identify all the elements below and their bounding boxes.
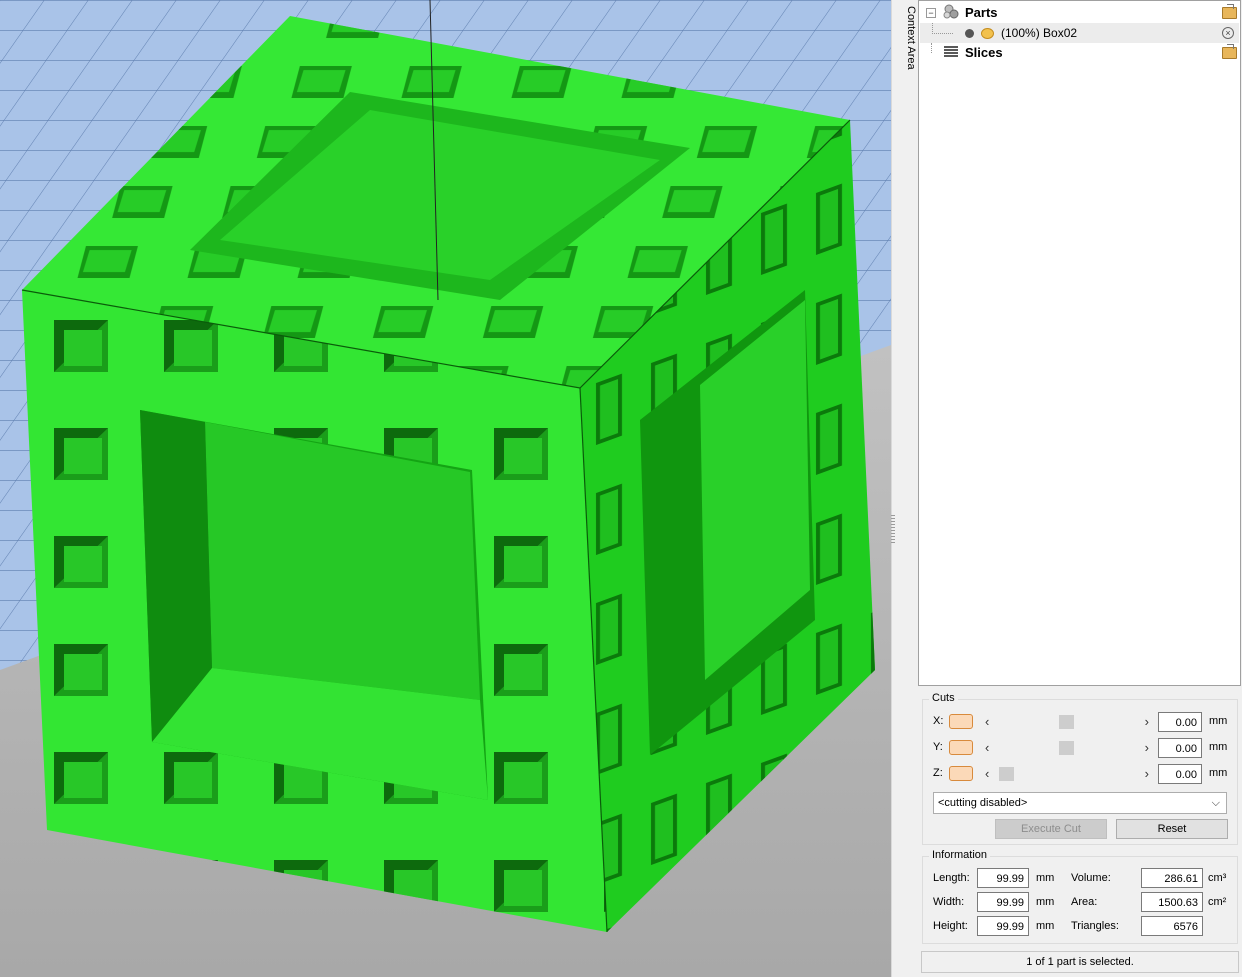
slider-right-arrow-icon[interactable]: › [1145, 767, 1149, 781]
length-label: Length: [933, 872, 970, 884]
width-value: 99.99 [977, 892, 1029, 912]
object-tree[interactable]: − Parts (100%) Box02 × Slices [918, 0, 1241, 686]
cut-y-unit: mm [1209, 741, 1228, 753]
area-value: 1500.63 [1141, 892, 1203, 912]
part-percent: (100%) [1001, 26, 1040, 40]
cut-z-color-button[interactable] [949, 766, 973, 781]
height-value: 99.99 [977, 916, 1029, 936]
cut-z-input[interactable]: 0.00 [1158, 764, 1202, 784]
cut-mode-select[interactable]: <cutting disabled> ⌵ [933, 792, 1227, 814]
slider-left-arrow-icon[interactable]: ‹ [985, 767, 989, 781]
triangles-value: 6576 [1141, 916, 1203, 936]
width-unit: mm [1036, 896, 1055, 908]
cuts-title: Cuts [929, 692, 958, 704]
cut-y-slider[interactable]: ‹ › [983, 741, 1151, 755]
slider-left-arrow-icon[interactable]: ‹ [985, 715, 989, 729]
open-folder-icon[interactable] [1222, 4, 1237, 19]
cut-y-slider-thumb[interactable] [1059, 741, 1074, 755]
execute-cut-button[interactable]: Execute Cut [995, 819, 1107, 839]
tree-parts-label[interactable]: Parts [965, 3, 998, 23]
tree-slices-label[interactable]: Slices [965, 43, 1003, 63]
information-title: Information [929, 849, 991, 861]
length-value: 99.99 [977, 868, 1029, 888]
length-unit: mm [1036, 872, 1055, 884]
width-label: Width: [933, 896, 965, 908]
cut-y-color-button[interactable] [949, 740, 973, 755]
cut-x-color-button[interactable] [949, 714, 973, 729]
tree-item-box02[interactable]: (100%) Box02 × [920, 23, 1239, 43]
slider-left-arrow-icon[interactable]: ‹ [985, 741, 989, 755]
context-area-label: Context Area [905, 6, 917, 70]
slider-right-arrow-icon[interactable]: › [1145, 741, 1149, 755]
triangles-label: Triangles: [1071, 920, 1119, 932]
volume-value: 286.61 [1141, 868, 1203, 888]
parts-icon [943, 4, 959, 19]
cut-z-unit: mm [1209, 767, 1228, 779]
splitter-grip[interactable] [891, 515, 895, 545]
slider-right-arrow-icon[interactable]: › [1145, 715, 1149, 729]
remove-part-icon[interactable]: × [1222, 27, 1234, 39]
panel-splitter[interactable] [891, 0, 919, 977]
reset-button[interactable]: Reset [1116, 819, 1228, 839]
cut-y-input[interactable]: 0.00 [1158, 738, 1202, 758]
cut-z-label: Z: [933, 767, 943, 779]
cut-mode-value: <cutting disabled> [938, 797, 1028, 809]
part-name: Box02 [1043, 26, 1078, 40]
cut-x-slider-thumb[interactable] [1059, 715, 1074, 729]
cut-x-slider[interactable]: ‹ › [983, 715, 1151, 729]
viewport-canvas[interactable] [0, 0, 891, 977]
volume-unit: cm³ [1208, 872, 1227, 884]
visibility-eye-icon[interactable] [981, 28, 994, 39]
cut-z-slider[interactable]: ‹ › [983, 767, 1151, 781]
area-unit: cm² [1208, 896, 1227, 908]
cut-x-unit: mm [1209, 715, 1228, 727]
cut-z-slider-thumb[interactable] [999, 767, 1014, 781]
area-label: Area: [1071, 896, 1098, 908]
volume-label: Volume: [1071, 872, 1111, 884]
height-label: Height: [933, 920, 968, 932]
3d-viewport[interactable] [0, 0, 891, 977]
chevron-down-icon: ⌵ [1211, 797, 1220, 809]
open-slices-folder-icon[interactable] [1222, 44, 1237, 59]
cut-x-label: X: [933, 715, 944, 727]
status-bar: 1 of 1 part is selected. [921, 951, 1239, 973]
cut-y-label: Y: [933, 741, 943, 753]
collapse-icon[interactable]: − [926, 8, 936, 18]
slices-icon [944, 46, 958, 57]
part-dot-icon [965, 29, 974, 38]
height-unit: mm [1036, 920, 1055, 932]
cut-x-input[interactable]: 0.00 [1158, 712, 1202, 732]
